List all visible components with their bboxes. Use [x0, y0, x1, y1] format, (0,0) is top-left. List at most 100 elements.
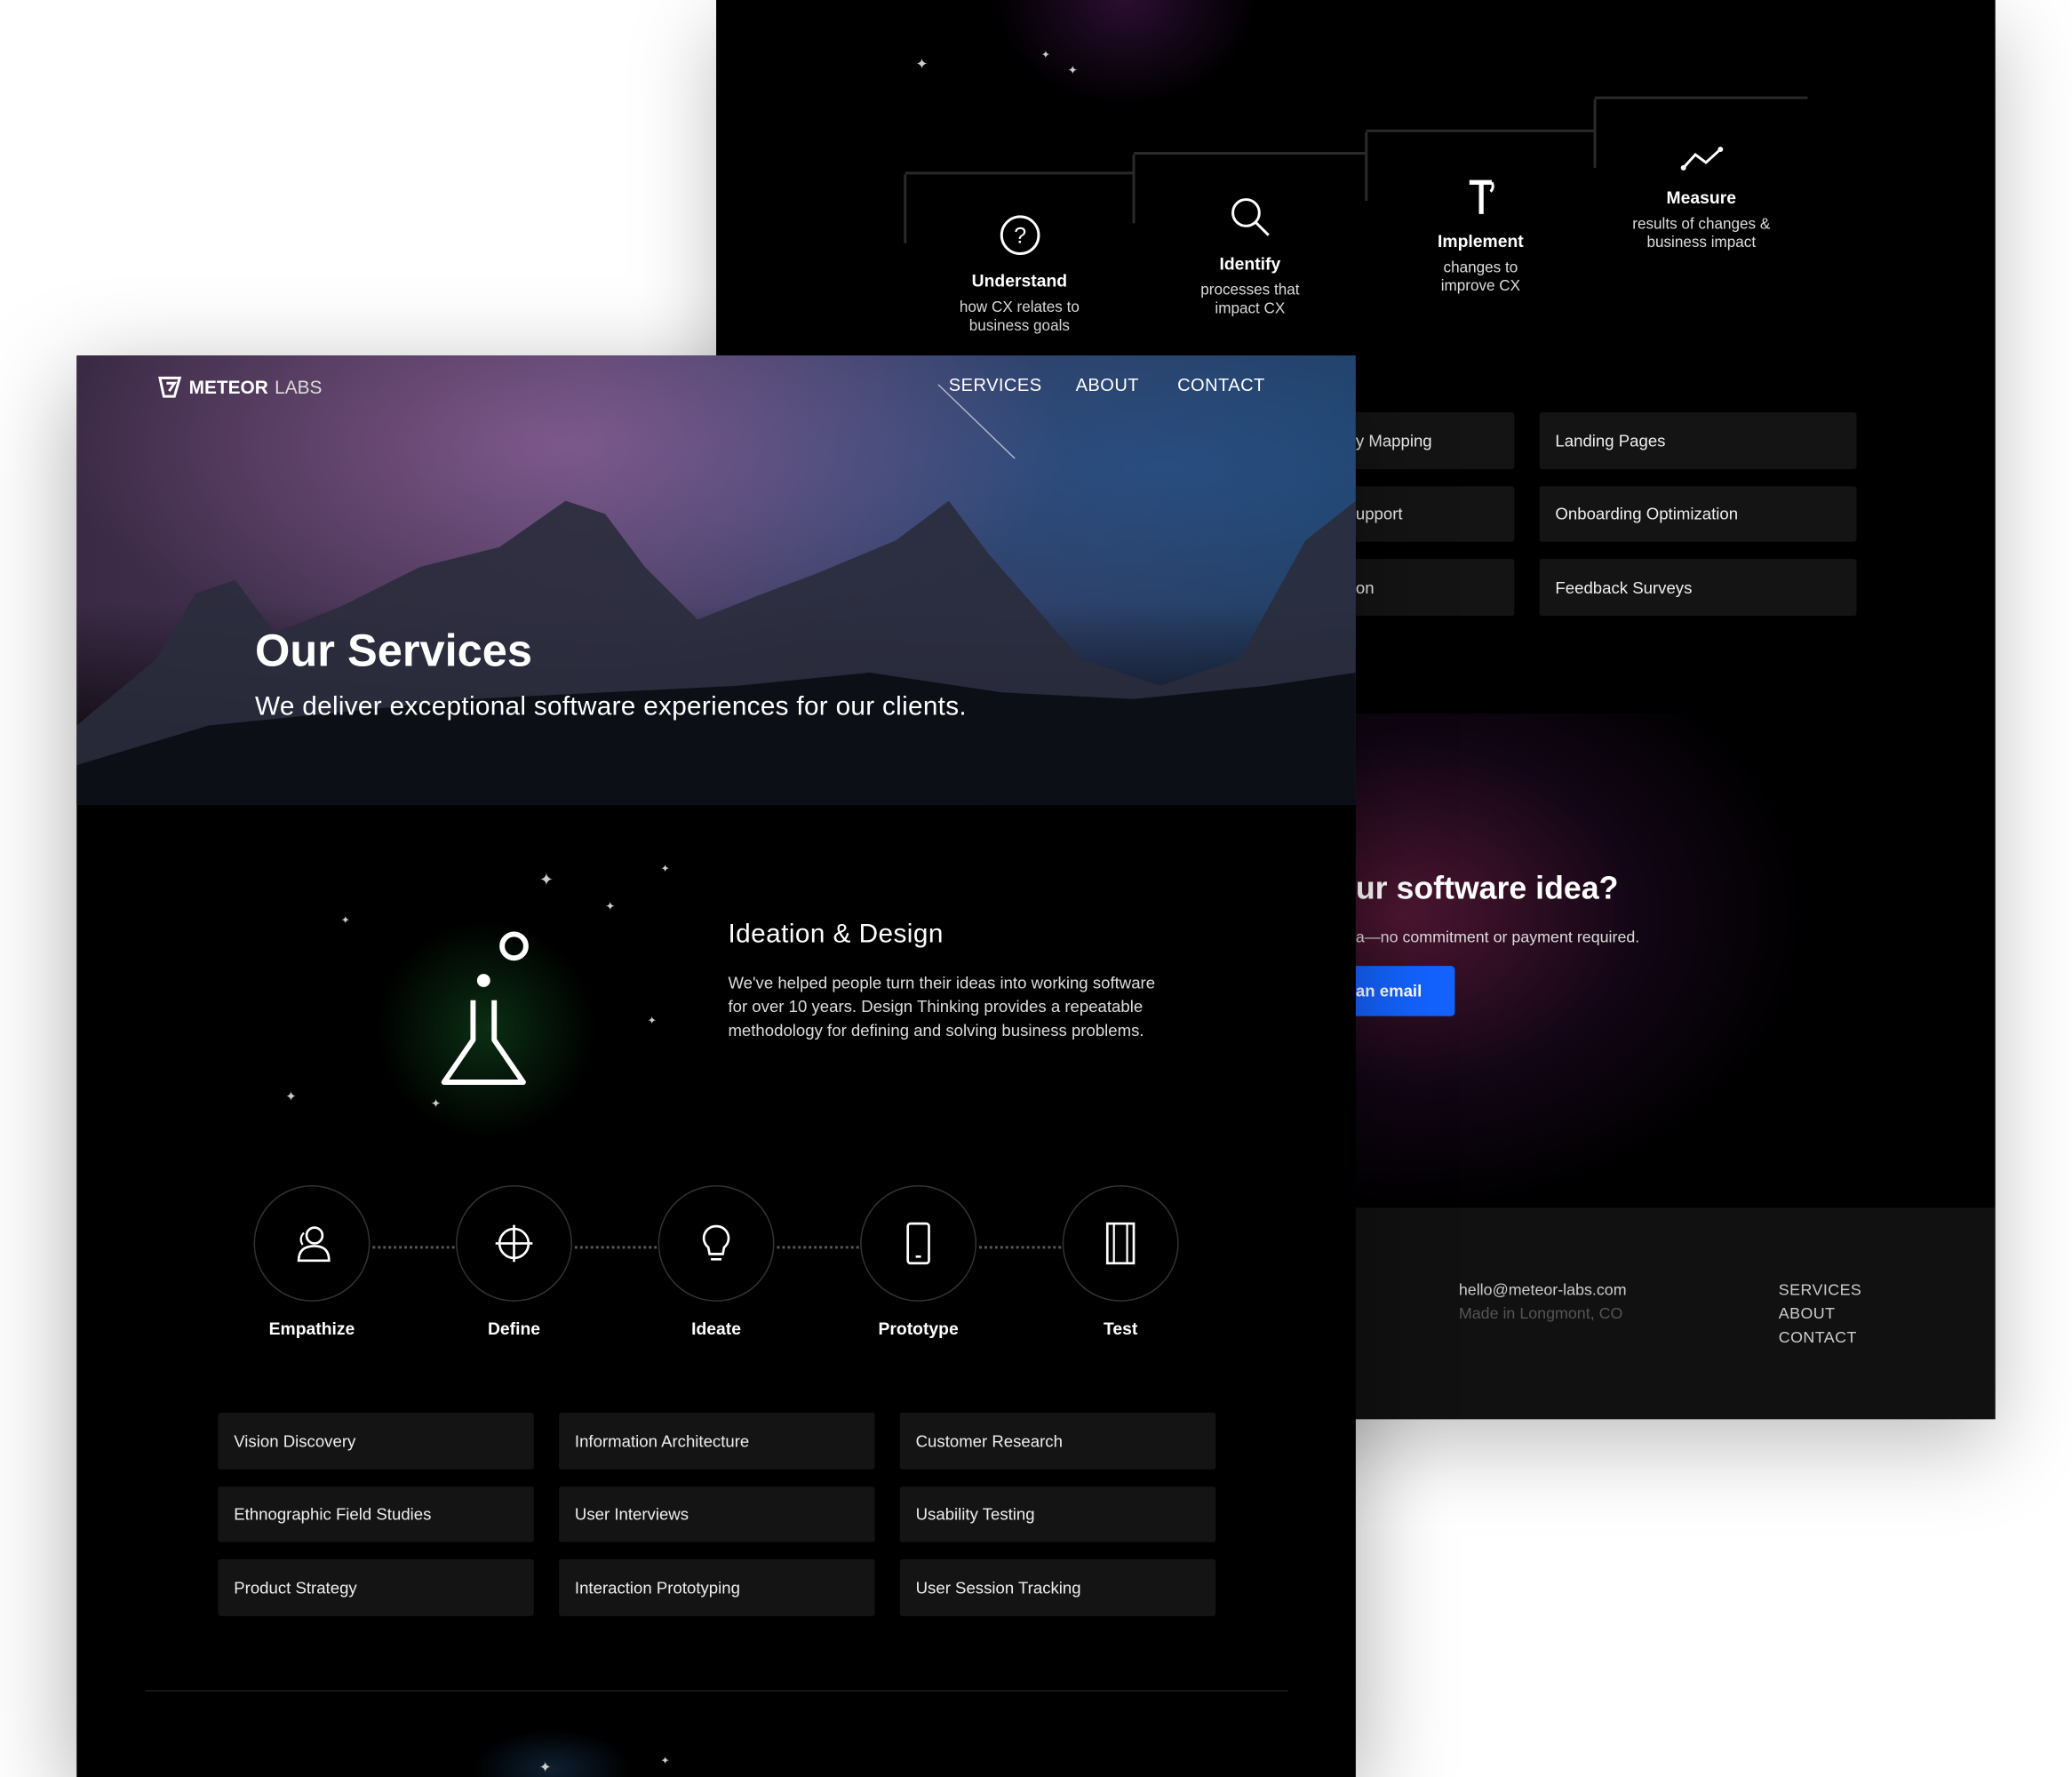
step-understand: ? Understand how CX relates to business …	[904, 171, 1135, 335]
search-icon	[1231, 198, 1270, 236]
step-title: Measure	[1666, 187, 1736, 208]
process-label: Define	[487, 1319, 541, 1339]
service-label: y Mapping	[1355, 431, 1432, 450]
star-icon: ✦	[538, 869, 554, 889]
star-icon: ✦	[538, 1759, 552, 1776]
service-label: Product Strategy	[234, 1578, 357, 1598]
phone-icon	[906, 1222, 930, 1265]
star-icon: ✦	[647, 1015, 657, 1027]
svg-text:?: ?	[1013, 224, 1025, 249]
process-step-ideate	[657, 1185, 775, 1302]
cta-subtitle: a—no commitment or payment required.	[1355, 928, 1640, 946]
step-desc: how CX relates to business goals	[959, 299, 1080, 335]
service-item: User Interviews	[559, 1486, 875, 1542]
service-item: Vision Discovery	[218, 1412, 534, 1470]
star-icon: ✦	[605, 899, 616, 913]
service-label: Vision Discovery	[234, 1431, 356, 1451]
process-step-define	[456, 1185, 572, 1302]
service-label: Usability Testing	[915, 1504, 1035, 1524]
service-label: Feedback Surveys	[1555, 578, 1693, 597]
service-label: Interaction Prototyping	[574, 1578, 740, 1598]
nav-services[interactable]: SERVICES	[949, 375, 1042, 394]
divider	[145, 1690, 1289, 1692]
connector-line	[979, 1246, 1062, 1249]
step-title: Implement	[1438, 231, 1524, 251]
star-icon: ✦	[1040, 49, 1050, 61]
logo[interactable]: METEOR LABS	[155, 375, 322, 399]
process-step-empathize	[253, 1185, 371, 1302]
service-item: y Mapping	[1337, 412, 1515, 469]
service-item: Information Architecture	[559, 1412, 875, 1470]
bottom-glow	[473, 1729, 632, 1777]
page-title: Our Services	[255, 626, 533, 677]
process-step-test	[1062, 1185, 1179, 1302]
logo-text-light: LABS	[275, 376, 323, 398]
meteor-logo-icon	[158, 376, 182, 398]
process-label: Ideate	[691, 1319, 741, 1339]
button-label: an email	[1355, 981, 1423, 1000]
footer-link-services[interactable]: SERVICES	[1779, 1280, 1862, 1299]
service-item: Interaction Prototyping	[559, 1558, 875, 1616]
services-page: METEOR LABS SERVICES ABOUT CONTACT Our S…	[76, 355, 1356, 1777]
process-step-prototype	[860, 1185, 977, 1302]
service-label: upport	[1355, 505, 1403, 523]
users-icon	[297, 1226, 331, 1263]
step-desc: results of changes & business impact	[1632, 216, 1771, 251]
process-label: Empathize	[268, 1319, 355, 1339]
footer-location: Made in Longmont, CO	[1458, 1303, 1623, 1323]
service-label: Information Architecture	[574, 1431, 750, 1451]
service-label: User Interviews	[574, 1504, 689, 1524]
footer-link-about[interactable]: ABOUT	[1779, 1304, 1836, 1323]
star-icon: ✦	[660, 863, 670, 875]
flask-icon	[441, 931, 529, 1085]
service-item: Landing Pages	[1539, 412, 1857, 469]
notebook-icon	[1105, 1222, 1136, 1265]
service-label: on	[1355, 578, 1375, 597]
service-label: Customer Research	[915, 1431, 1063, 1451]
page-subtitle: We deliver exceptional software experien…	[255, 692, 967, 722]
step-implement: Implement changes to improve CX	[1365, 129, 1596, 296]
section-title: Ideation & Design	[728, 920, 944, 949]
connector-line	[372, 1246, 455, 1249]
service-label: Onboarding Optimization	[1555, 505, 1739, 523]
service-item: upport	[1337, 486, 1515, 542]
cta-title: ur software idea?	[1355, 871, 1619, 907]
step-title: Understand	[971, 270, 1068, 291]
footer-link-contact[interactable]: CONTACT	[1779, 1328, 1857, 1347]
step-desc: processes that impact CX	[1200, 283, 1300, 317]
section-body: We've helped people turn their ideas int…	[728, 974, 1156, 1040]
step-title: Identify	[1219, 253, 1281, 274]
service-label: Landing Pages	[1555, 431, 1666, 450]
service-item: Usability Testing	[899, 1486, 1216, 1542]
question-circle-icon: ?	[1000, 215, 1040, 256]
service-label: User Session Tracking	[915, 1578, 1081, 1598]
logo-text-bold: METEOR	[188, 376, 268, 398]
nav-about[interactable]: ABOUT	[1076, 375, 1139, 394]
step-desc: changes to improve CX	[1440, 259, 1521, 295]
star-icon: ✦	[915, 56, 928, 73]
star-icon: ✦	[430, 1096, 442, 1111]
service-item: Feedback Surveys	[1539, 559, 1857, 617]
arc-icon	[1086, 0, 1166, 1]
star-icon: ✦	[285, 1089, 297, 1105]
star-icon: ✦	[660, 1755, 670, 1767]
nav-contact[interactable]: CONTACT	[1177, 375, 1265, 394]
service-item: on	[1337, 559, 1515, 617]
service-item: User Session Tracking	[899, 1558, 1216, 1616]
crosshair-icon	[495, 1224, 533, 1263]
lightbulb-icon	[702, 1224, 730, 1261]
service-item: Ethnographic Field Studies	[218, 1486, 534, 1542]
star-icon: ✦	[1067, 63, 1078, 77]
hammer-icon	[1469, 179, 1494, 214]
service-label: Ethnographic Field Studies	[234, 1504, 432, 1524]
footer-email[interactable]: hello@meteor-labs.com	[1459, 1280, 1627, 1299]
connector-line	[574, 1246, 657, 1249]
service-item: Onboarding Optimization	[1539, 486, 1857, 542]
connector-line	[777, 1246, 859, 1249]
step-measure: Measure results of changes & business im…	[1593, 96, 1808, 252]
process-label: Test	[1103, 1319, 1138, 1339]
step-identify: Identify processes that impact CX	[1132, 152, 1367, 318]
service-item: Customer Research	[899, 1412, 1216, 1470]
process-label: Prototype	[878, 1319, 959, 1339]
star-icon: ✦	[340, 914, 350, 927]
